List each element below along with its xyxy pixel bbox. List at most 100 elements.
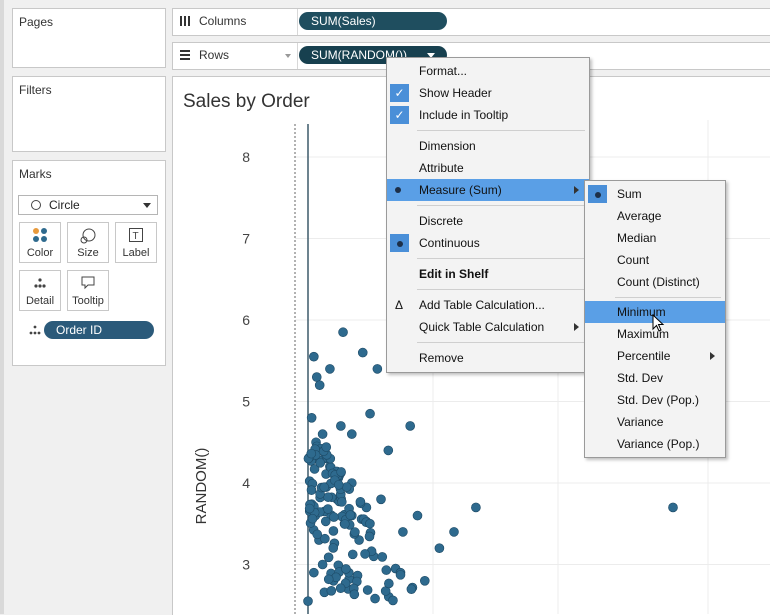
submenu-item-sum[interactable]: Sum: [585, 183, 725, 205]
scatter-point[interactable]: [306, 412, 317, 423]
scatter-point[interactable]: [377, 552, 388, 562]
scatter-point[interactable]: [336, 467, 346, 477]
sum-sales-pill[interactable]: SUM(Sales): [299, 12, 447, 30]
scatter-point[interactable]: [323, 552, 334, 563]
scatter-point[interactable]: [372, 364, 383, 374]
submenu-arrow-icon: [710, 352, 715, 360]
scatter-point[interactable]: [335, 583, 346, 594]
submenu-item-variance[interactable]: Variance: [585, 411, 725, 433]
submenu-item-median[interactable]: Median: [585, 227, 725, 249]
menu-item-attribute[interactable]: Attribute: [387, 157, 589, 179]
scatter-point[interactable]: [333, 480, 344, 490]
scatter-point[interactable]: [345, 510, 356, 520]
scatter-point[interactable]: [406, 584, 417, 594]
scatter-point[interactable]: [307, 513, 318, 524]
scatter-point[interactable]: [449, 527, 459, 537]
submenu-item-std-dev[interactable]: Std. Dev: [585, 367, 725, 389]
scatter-point[interactable]: [326, 585, 337, 596]
y-tick-label: 4: [242, 475, 250, 491]
submenu-arrow-icon: [574, 186, 579, 194]
color-label: Color: [26, 247, 54, 259]
scatter-point[interactable]: [420, 575, 430, 586]
scatter-point[interactable]: [311, 372, 322, 382]
scatter-point[interactable]: [398, 527, 408, 537]
scatter-point[interactable]: [341, 564, 351, 574]
menu-item-add-table-calculation[interactable]: Δ Add Table Calculation...: [387, 294, 589, 316]
scatter-point[interactable]: [303, 596, 313, 606]
menu-item-quick-table-calculation[interactable]: Quick Table Calculation: [387, 316, 589, 338]
scatter-point[interactable]: [317, 429, 328, 439]
scatter-point[interactable]: [315, 458, 326, 468]
scatter-point[interactable]: [336, 421, 346, 431]
scatter-point[interactable]: [405, 421, 415, 431]
scatter-point[interactable]: [434, 543, 445, 554]
submenu-item-variance-pop[interactable]: Variance (Pop.): [585, 433, 725, 455]
mark-type-dropdown[interactable]: Circle: [18, 195, 158, 215]
scatter-point[interactable]: [328, 526, 339, 536]
scatter-point[interactable]: [329, 512, 339, 522]
scatter-point[interactable]: [309, 567, 319, 578]
scatter-point[interactable]: [347, 549, 358, 560]
scatter-point[interactable]: [341, 482, 352, 492]
detail-button[interactable]: Detail: [19, 270, 61, 311]
menu-item-format[interactable]: Format...: [387, 60, 589, 82]
scatter-point[interactable]: [357, 347, 368, 358]
mark-type-value: Circle: [49, 198, 80, 212]
scatter-point[interactable]: [376, 494, 386, 505]
scatter-point[interactable]: [328, 543, 339, 553]
menu-item-include-in-tooltip[interactable]: ✓ Include in Tooltip: [387, 104, 589, 126]
submenu-item-count[interactable]: Count: [585, 249, 725, 271]
scatter-point[interactable]: [306, 448, 317, 459]
menu-item-edit-in-shelf[interactable]: Edit in Shelf: [387, 263, 589, 285]
scatter-point[interactable]: [362, 585, 373, 595]
scatter-point[interactable]: [365, 518, 375, 529]
scatter-point[interactable]: [323, 504, 333, 514]
scatter-point[interactable]: [360, 549, 370, 559]
scatter-point[interactable]: [314, 380, 325, 391]
scatter-point[interactable]: [383, 445, 394, 456]
scatter-point[interactable]: [320, 516, 331, 527]
scatter-point[interactable]: [309, 351, 319, 362]
scatter-point[interactable]: [317, 559, 328, 570]
scatter-point[interactable]: [323, 492, 333, 502]
scatter-point[interactable]: [365, 408, 375, 419]
menu-item-dimension[interactable]: Dimension: [387, 135, 589, 157]
submenu-item-std-dev-pop[interactable]: Std. Dev (Pop.): [585, 389, 725, 411]
left-pane-divider[interactable]: [0, 0, 4, 614]
submenu-item-count-distinct[interactable]: Count (Distinct): [585, 271, 725, 293]
scatter-point[interactable]: [338, 327, 348, 338]
menu-item-discrete[interactable]: Discrete: [387, 210, 589, 232]
scatter-point[interactable]: [384, 578, 394, 589]
scatter-point[interactable]: [312, 529, 323, 540]
scatter-point[interactable]: [349, 589, 360, 600]
scatter-point[interactable]: [364, 531, 375, 542]
scatter-point[interactable]: [355, 496, 366, 507]
menu-item-continuous[interactable]: Continuous: [387, 232, 589, 254]
scatter-point[interactable]: [340, 519, 350, 529]
scatter-point[interactable]: [306, 485, 317, 495]
menu-item-remove[interactable]: Remove: [387, 347, 589, 369]
tooltip-button[interactable]: Tooltip: [67, 270, 109, 311]
scatter-point[interactable]: [325, 364, 335, 374]
color-button[interactable]: Color: [19, 222, 61, 263]
scatter-point[interactable]: [471, 502, 481, 513]
scatter-point[interactable]: [337, 497, 347, 507]
size-button[interactable]: Size: [67, 222, 109, 263]
scatter-point[interactable]: [323, 574, 334, 585]
scatter-point[interactable]: [668, 502, 678, 513]
submenu-item-average[interactable]: Average: [585, 205, 725, 227]
submenu-item-percentile[interactable]: Percentile: [585, 345, 725, 367]
menu-item-measure-sum[interactable]: Measure (Sum): [387, 179, 589, 201]
scatter-point[interactable]: [319, 482, 329, 493]
scatter-point[interactable]: [304, 503, 315, 514]
menu-item-show-header[interactable]: ✓ Show Header: [387, 82, 589, 104]
scatter-point[interactable]: [412, 510, 423, 521]
scatter-point[interactable]: [395, 570, 406, 580]
scatter-point[interactable]: [388, 595, 398, 606]
label-button[interactable]: T Label: [115, 222, 157, 263]
scatter-point[interactable]: [381, 565, 392, 575]
order-id-pill[interactable]: Order ID: [44, 321, 154, 339]
scatter-point[interactable]: [321, 442, 332, 452]
scatter-point[interactable]: [370, 593, 380, 604]
scatter-point[interactable]: [347, 429, 357, 439]
